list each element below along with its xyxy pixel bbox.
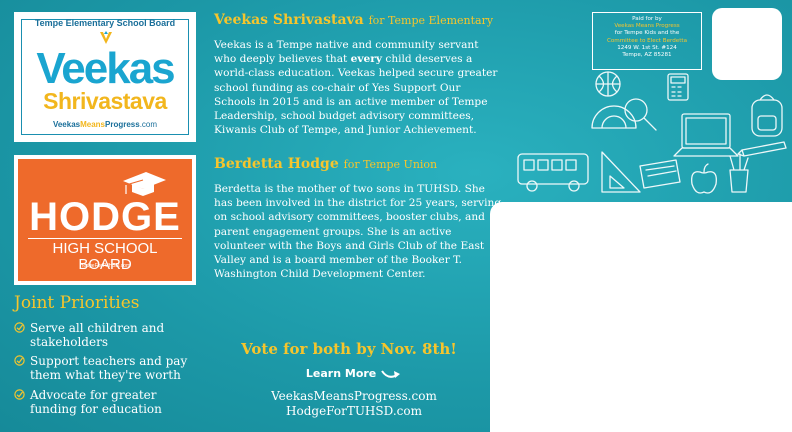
learn-more-label: Learn More — [214, 367, 494, 380]
veekas-heading: Veekas Shrivastava for Tempe Elementary — [214, 12, 493, 28]
triangle-ruler-icon — [601, 151, 641, 193]
pencil-cup-icon — [729, 153, 749, 193]
veekas-name: Veekas Shrivastava — [214, 12, 364, 28]
v-star-icon — [100, 31, 112, 44]
hodge-logo-url: HodgeForTUHSD.com — [79, 263, 131, 269]
graduation-cap-icon — [123, 172, 166, 196]
hodge-logo: HODGE HIGH SCHOOL BOARD HodgeForTUHSD.co… — [14, 155, 196, 285]
calculator-icon — [667, 73, 689, 101]
hodge-logo-name: HODGE — [29, 195, 181, 239]
protractor-icon — [591, 105, 637, 129]
website-link[interactable]: VeekasMeansProgress.com — [214, 389, 494, 403]
bus-icon — [517, 153, 589, 192]
notebook-icon — [639, 159, 681, 189]
backpack-icon — [751, 94, 783, 137]
pencil-icon — [737, 141, 787, 157]
priority-text: Serve all children and stakeholders — [30, 321, 165, 349]
magnifier-icon — [624, 98, 657, 131]
hodge-bio: Berdetta is the mother of two sons in TU… — [214, 183, 502, 281]
hodge-heading: Berdetta Hodge for Tempe Union — [214, 156, 437, 172]
check-circle-icon — [14, 322, 25, 333]
logo-last-name: Shrivastava — [43, 88, 167, 114]
mailing-address-area — [490, 202, 792, 432]
logo-url: VeekasMeansProgress.com — [52, 120, 158, 129]
hodge-name: Berdetta Hodge — [214, 156, 339, 172]
priority-text: Support teachers and pay them what they'… — [30, 354, 188, 382]
basketball-icon — [595, 71, 621, 97]
veekas-logo: Tempe Elementary School Board Veekas Shr… — [14, 12, 196, 142]
joint-priorities-heading: Joint Priorities — [14, 293, 140, 313]
priority-item: Serve all children and stakeholders — [14, 321, 204, 349]
check-circle-icon — [14, 355, 25, 366]
priority-text: Advocate for greater funding for educati… — [30, 388, 162, 416]
priority-item: Support teachers and pay them what they'… — [14, 354, 204, 382]
paid-for-disclaimer: Paid for by Veekas Means Progress for Te… — [592, 12, 702, 70]
hodge-logo-panel: HODGE HIGH SCHOOL BOARD HodgeForTUHSD.co… — [18, 159, 192, 281]
check-circle-icon — [14, 389, 25, 400]
apple-icon — [691, 163, 717, 194]
veekas-office: for Tempe Elementary — [368, 14, 494, 27]
logo-first-name: Veekas — [36, 44, 175, 93]
laptop-icon — [673, 113, 739, 157]
school-doodles — [517, 71, 787, 194]
veekas-bio: Veekas is a Tempe native and community s… — [214, 39, 498, 137]
curved-arrow-icon — [381, 370, 401, 378]
priority-item: Advocate for greater funding for educati… — [14, 388, 204, 416]
hodge-office: for Tempe Union — [343, 158, 438, 171]
vote-callout: Vote for both by Nov. 8th! — [241, 340, 457, 358]
logo-board-label: Tempe Elementary School Board — [34, 18, 176, 28]
website-link[interactable]: HodgeForTUHSD.com — [214, 404, 494, 418]
